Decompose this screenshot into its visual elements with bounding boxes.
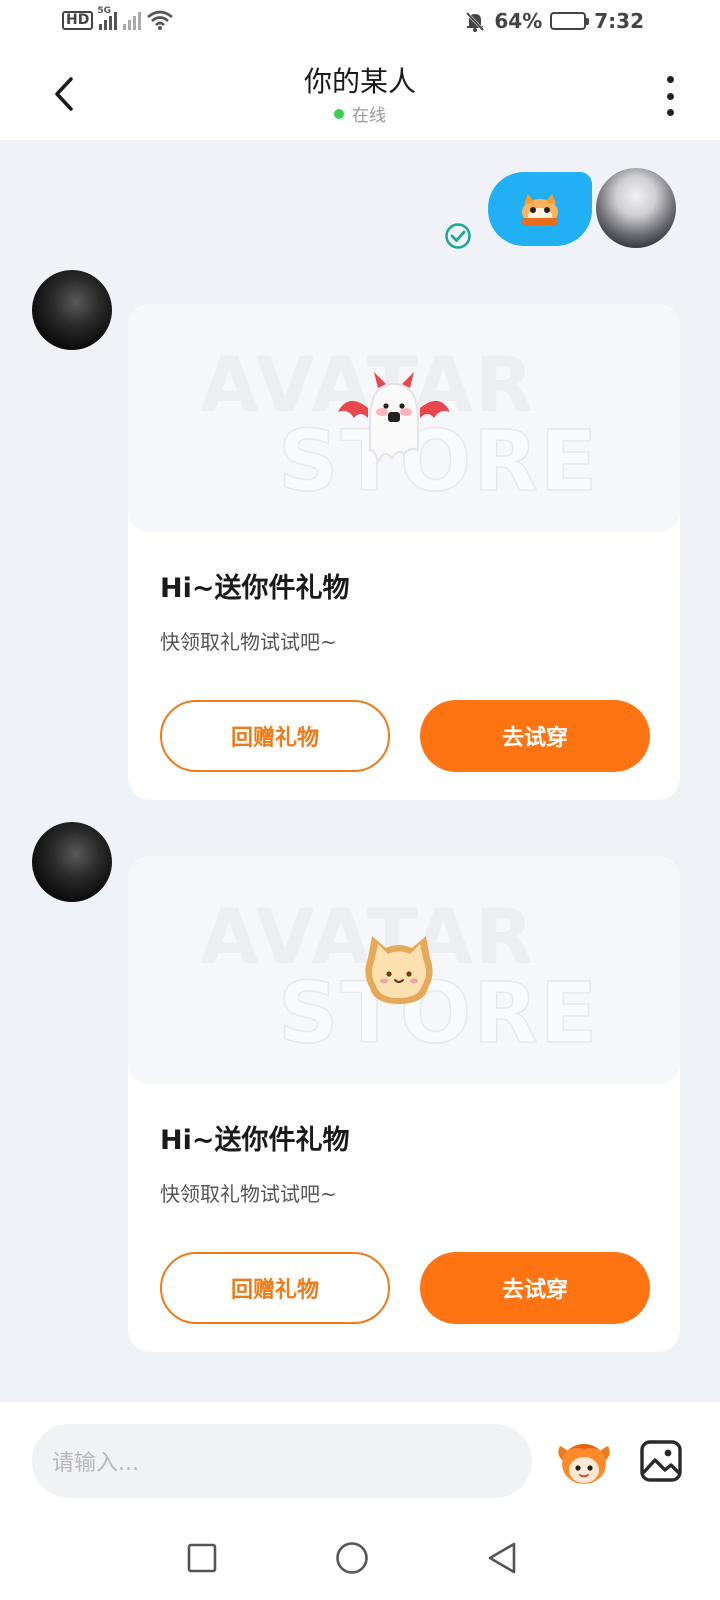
recent-apps-button[interactable]	[184, 1540, 220, 1576]
gift-card-subtitle: 快领取礼物试试吧~	[160, 1182, 337, 1206]
gift-card-title: Hi~送你件礼物	[160, 573, 350, 604]
signal-icon: 5G	[97, 6, 118, 30]
clock: 7:32	[594, 9, 644, 33]
contact-avatar[interactable]	[32, 822, 112, 902]
sticker-button[interactable]	[554, 1436, 614, 1488]
mute-bell-icon	[466, 11, 485, 32]
system-nav-bar	[0, 1518, 720, 1600]
triangle-back-icon	[488, 1542, 516, 1574]
status-right: 64% 7:32	[464, 9, 644, 33]
cat-peek-sticker	[522, 194, 558, 225]
gift-card-hero[interactable]: AVATAR STORE	[128, 856, 680, 1084]
my-avatar[interactable]	[596, 168, 676, 248]
contact-name: 你的某人	[303, 65, 416, 98]
toast-cat-icon	[365, 936, 433, 1004]
gift-card: AVATAR STORE Hi~送你件礼物 快领取礼物试试吧~ 回赠礼物 去试穿	[128, 304, 680, 800]
more-options-button[interactable]	[658, 76, 682, 116]
contact-avatar[interactable]	[32, 270, 112, 350]
square-icon	[187, 1543, 217, 1573]
try-on-button[interactable]: 去试穿	[420, 700, 650, 772]
battery-percent: 64%	[494, 9, 543, 33]
wifi-icon	[147, 10, 174, 30]
signal-icon-secondary	[123, 10, 142, 30]
gift-card-title: Hi~送你件礼物	[160, 1125, 350, 1156]
try-on-button[interactable]: 去试穿	[420, 1252, 650, 1324]
hd-badge: HD	[62, 10, 94, 30]
online-status-label: 在线	[352, 106, 386, 126]
more-dot-icon	[666, 76, 674, 83]
image-picker-icon[interactable]	[638, 1438, 684, 1484]
sent-sticker-bubble[interactable]	[488, 172, 592, 246]
gift-card-subtitle: 快领取礼物试试吧~	[160, 630, 337, 654]
circle-icon	[336, 1542, 368, 1574]
chat-header: 你的某人 在线	[0, 48, 720, 140]
status-bar: HD 5G 64% 7:32	[0, 0, 720, 48]
message-input[interactable]: 请输入...	[32, 1424, 532, 1498]
gift-card-hero[interactable]: AVATAR STORE	[128, 304, 680, 532]
online-status: 在线	[0, 101, 720, 126]
ghost-devil-icon	[338, 372, 450, 465]
network-type-label: 5G	[97, 6, 111, 16]
online-dot-icon	[334, 108, 344, 119]
gift-card: AVATAR STORE Hi~送你件礼物 快领取礼物试试吧~ 回赠礼物 去试穿	[128, 856, 680, 1352]
battery-icon	[550, 12, 590, 30]
status-left: HD 5G	[62, 6, 174, 30]
check-circle-icon	[445, 223, 471, 249]
home-button[interactable]	[334, 1540, 370, 1576]
input-bar: 请输入...	[0, 1402, 720, 1518]
return-gift-button[interactable]: 回赠礼物	[160, 700, 390, 772]
back-nav-button[interactable]	[484, 1540, 520, 1576]
return-gift-button[interactable]: 回赠礼物	[160, 1252, 390, 1324]
